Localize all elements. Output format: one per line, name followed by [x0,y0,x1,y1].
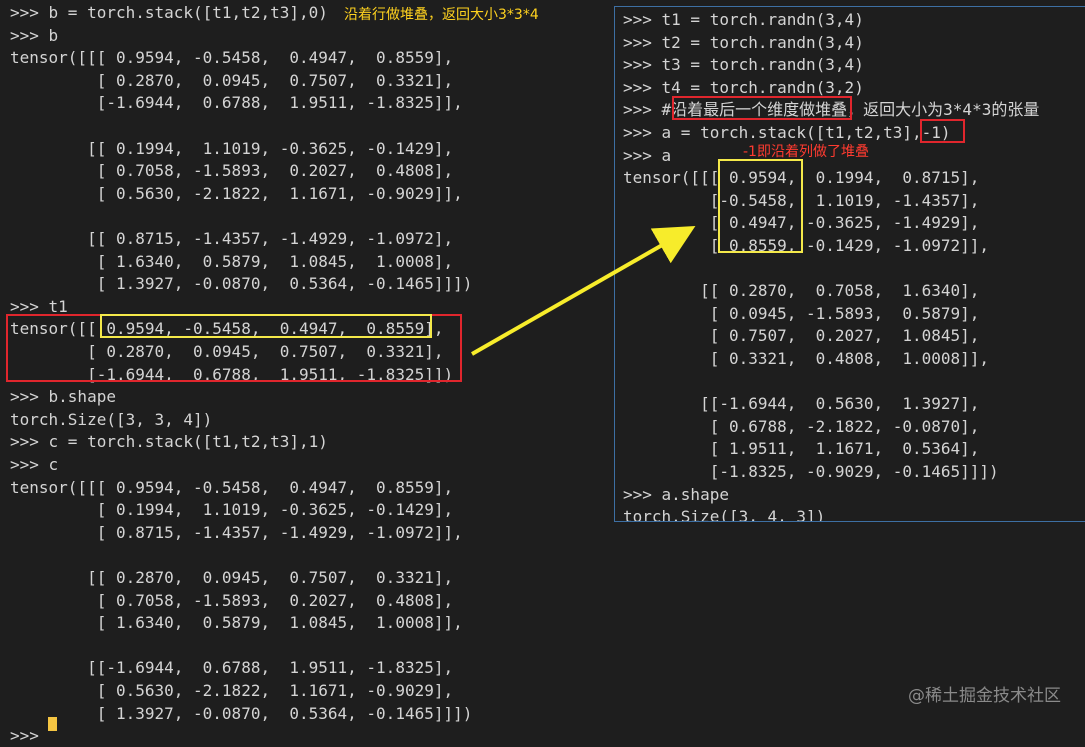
terminal-line: [[-1.6944, 0.6788, 1.9511, -1.8325], [10,658,454,678]
terminal-line: [ 0.8715, -1.4357, -1.4929, -1.0972]], [10,522,463,542]
terminal-line: >>> b = torch.stack([t1,t2,t3],0) [10,3,328,22]
terminal-line: >>> t2 = torch.randn(3,4) [623,32,864,52]
terminal-line: tensor([[[ 0.9594, -0.5458, 0.4947, 0.85… [10,477,454,497]
terminal-line: [-1.6944, 0.6788, 1.9511, -1.8325]]) [10,364,454,384]
terminal-line: >>> b.shape [10,387,116,407]
terminal-line: [ 0.3321, 0.4808, 1.0008]], [623,349,990,368]
terminal-line: torch.Size([3, 4, 3]) [623,507,826,522]
terminal-line: >>> c [10,455,59,474]
terminal-line: >>> a [623,145,672,165]
terminal-line: >>> c = torch.stack([t1,t2,t3],1) [10,432,328,452]
terminal-line: [ 0.4947, -0.3625, -1.4929], [623,213,980,233]
terminal-line: [ 0.0945, -1.5893, 0.5879], [623,303,980,323]
terminal-line: >>> a.shape [623,484,729,504]
watermark: @稀土掘金技术社区 [908,686,1061,706]
terminal-line: [[ 0.8715, -1.4357, -1.4929, -1.0972], [10,229,454,248]
terminal-line: [ 0.1994, 1.1019, -0.3625, -0.1429], [10,500,454,520]
terminal-cursor [48,717,57,731]
terminal-line: [ 0.5630, -2.1822, 1.1671, -0.9029], [10,681,454,700]
terminal-line: [ 1.6340, 0.5879, 1.0845, 1.0008]], [10,613,463,633]
terminal-line: [ 1.3927, -0.0870, 0.5364, -0.1465]]]) [10,703,473,723]
terminal-line: [ 0.2870, 0.0945, 0.7507, 0.3321], [10,70,454,90]
terminal-line: [ 0.6788, -2.1822, -0.0870], [623,416,980,436]
terminal-line: [[ 0.2870, 0.7058, 1.6340], [623,281,980,301]
terminal-line: tensor([[[ 0.9594, 0.1994, 0.8715], [623,168,980,188]
terminal-line: [ 0.7507, 0.2027, 1.0845], [623,326,980,346]
right-terminal-pane[interactable]: >>> t1 = torch.randn(3,4) >>> t2 = torch.… [614,6,1085,522]
left-terminal-pane[interactable]: >>> b = torch.stack([t1,t2,t3],0) >>> b te… [0,0,612,745]
terminal-line: >>> [10,726,49,746]
terminal-line: >>> t1 [10,296,68,316]
terminal-line: [[-1.6944, 0.5630, 1.3927], [623,394,980,414]
terminal-line: [-0.5458, 1.1019, -1.4357], [623,190,980,210]
terminal-line: [[ 0.2870, 0.0945, 0.7507, 0.3321], [10,568,454,587]
terminal-line: [ 0.7058, -1.5893, 0.2027, 0.4808], [10,161,454,181]
terminal-line: >>> t4 = torch.randn(3,2) [623,77,864,97]
terminal-line: >>> #沿着最后一个维度做堆叠，返回大小为3*4*3的张量 [623,100,1040,120]
terminal-line: >>> t3 = torch.randn(3,4) [623,55,864,75]
terminal-line: [ 1.9511, 1.1671, 0.5364], [623,439,980,459]
terminal-line: [ 0.7058, -1.5893, 0.2027, 0.4808], [10,590,454,610]
terminal-line: [ 1.6340, 0.5879, 1.0845, 1.0008], [10,251,454,271]
terminal-line: tensor([[ 0.9594, -0.5458, 0.4947, 0.855… [10,319,444,339]
terminal-line: >>> b [10,25,59,45]
terminal-line: [ 1.3927, -0.0870, 0.5364, -0.1465]]]) [10,274,473,294]
terminal-line: torch.Size([3, 3, 4]) [10,409,213,429]
terminal-line: [ 0.2870, 0.0945, 0.7507, 0.3321], [10,342,444,361]
terminal-line: [ 0.8559, -0.1429, -1.0972]], [623,236,990,255]
right-annotation: -1即沿着列做了堆叠 [743,144,869,160]
terminal-line: [ 0.5630, -2.1822, 1.1671, -0.9029]], [10,183,463,203]
terminal-line: [[ 0.1994, 1.1019, -0.3625, -0.1429], [10,138,454,158]
terminal-line: [-1.6944, 0.6788, 1.9511, -1.8325]], [10,93,463,113]
terminal-line: [-1.8325, -0.9029, -0.1465]]]) [623,462,999,481]
left-annotation: 沿着行做堆叠，返回大小3*3*4 [344,7,539,23]
terminal-line: tensor([[[ 0.9594, -0.5458, 0.4947, 0.85… [10,48,454,68]
terminal-line: >>> t1 = torch.randn(3,4) [623,10,864,29]
